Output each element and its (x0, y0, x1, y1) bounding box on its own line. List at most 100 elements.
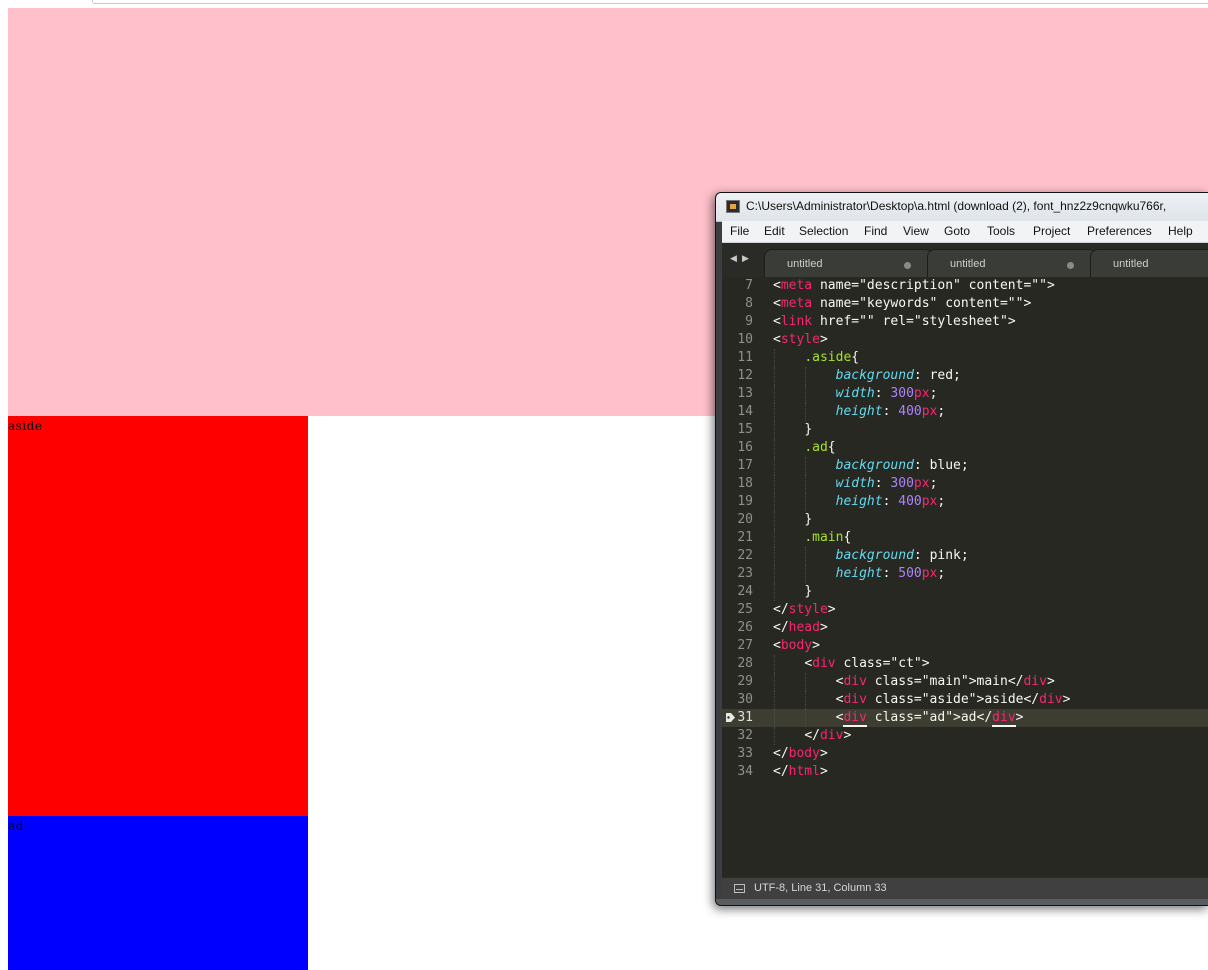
code-text[interactable]: <body> (773, 637, 820, 655)
line-number: 26 (737, 620, 753, 635)
menu-selection[interactable]: Selection (799, 224, 848, 238)
line-number: 28 (737, 656, 753, 671)
code-line[interactable]: 13 width: 300px; (722, 385, 1208, 403)
code-text[interactable]: .aside{ (773, 349, 859, 367)
line-number: 7 (745, 278, 753, 293)
line-number: 20 (737, 512, 753, 527)
line-number: 29 (737, 674, 753, 689)
arrow-left-icon[interactable]: ◀ (730, 254, 737, 264)
menu-project[interactable]: Project (1033, 224, 1070, 238)
tab-bar: ◀ ▶ untitled untitled untitled (722, 243, 1208, 277)
ad-div-text: ad (8, 819, 24, 833)
panel-toggle-icon[interactable] (734, 884, 745, 893)
code-text[interactable]: </head> (773, 619, 828, 637)
code-text[interactable]: <div class="ct"> (773, 655, 929, 673)
menu-bar: File Edit Selection Find View Goto Tools… (722, 221, 1208, 243)
code-line-active[interactable]: 31 <div class="ad">ad</div> (722, 709, 1208, 727)
tab-label: untitled (787, 258, 823, 270)
menu-view[interactable]: View (903, 224, 929, 238)
bookmark-tag-icon (726, 713, 735, 722)
code-text[interactable]: .main{ (773, 529, 851, 547)
menu-find[interactable]: Find (864, 224, 887, 238)
code-line[interactable]: 27 <body> (722, 637, 1208, 655)
code-text[interactable]: background: red; (773, 367, 961, 385)
code-text[interactable]: </style> (773, 601, 836, 619)
line-number: 15 (737, 422, 753, 437)
code-line[interactable]: 33 </body> (722, 745, 1208, 763)
code-text[interactable]: background: blue; (773, 457, 969, 475)
code-text[interactable]: height: 500px; (773, 565, 946, 583)
line-number: 16 (737, 440, 753, 455)
line-number: 32 (737, 728, 753, 743)
code-line[interactable]: 23 height: 500px; (722, 565, 1208, 583)
code-text[interactable]: <div class="main">main</div> (773, 673, 1055, 691)
tab-untitled-2[interactable]: untitled (927, 249, 1097, 277)
code-text[interactable]: <meta name="description" content=""> (773, 277, 1055, 295)
code-text[interactable]: <meta name="keywords" content=""> (773, 295, 1031, 313)
code-text[interactable]: } (773, 583, 812, 601)
code-line[interactable]: 14 height: 400px; (722, 403, 1208, 421)
code-line[interactable]: 32 </div> (722, 727, 1208, 745)
code-line[interactable]: 10 <style> (722, 331, 1208, 349)
code-line[interactable]: 20 } (722, 511, 1208, 529)
code-text[interactable]: <link href="" rel="stylesheet"> (773, 313, 1016, 331)
code-text[interactable]: height: 400px; (773, 493, 946, 511)
code-line[interactable]: 25 </style> (722, 601, 1208, 619)
menu-edit[interactable]: Edit (764, 224, 785, 238)
code-text[interactable]: height: 400px; (773, 403, 946, 421)
code-line[interactable]: 30 <div class="aside">aside</div> (722, 691, 1208, 709)
line-number: 19 (737, 494, 753, 509)
code-line[interactable]: 18 width: 300px; (722, 475, 1208, 493)
code-line[interactable]: 34 </html> (722, 763, 1208, 781)
code-text[interactable]: <div class="aside">aside</div> (773, 691, 1071, 709)
code-line[interactable]: 21 .main{ (722, 529, 1208, 547)
code-text[interactable]: </html> (773, 763, 828, 781)
line-number: 23 (737, 566, 753, 581)
menu-goto[interactable]: Goto (944, 224, 970, 238)
code-line[interactable]: 17 background: blue; (722, 457, 1208, 475)
menu-help[interactable]: Help (1168, 224, 1193, 238)
code-text[interactable]: } (773, 511, 812, 529)
modified-dot-icon[interactable] (904, 262, 911, 269)
tab-label: untitled (1113, 258, 1149, 270)
code-text[interactable]: </div> (773, 727, 851, 745)
code-text[interactable]: </body> (773, 745, 828, 763)
code-text[interactable]: width: 300px; (773, 475, 938, 493)
menu-file[interactable]: File (730, 224, 749, 238)
modified-dot-icon[interactable] (1067, 262, 1074, 269)
tab-label: untitled (950, 258, 986, 270)
code-line[interactable]: 24 } (722, 583, 1208, 601)
menu-preferences[interactable]: Preferences (1087, 224, 1152, 238)
menu-tools[interactable]: Tools (987, 224, 1015, 238)
code-text[interactable]: width: 300px; (773, 385, 938, 403)
tab-untitled-3[interactable]: untitled (1090, 249, 1208, 277)
code-line[interactable]: 12 background: red; (722, 367, 1208, 385)
code-line[interactable]: 9 <link href="" rel="stylesheet"> (722, 313, 1208, 331)
code-editor[interactable]: 7 <meta name="description" content=""> 8 <m… (722, 277, 1208, 877)
code-text[interactable]: background: pink; (773, 547, 969, 565)
code-line[interactable]: 29 <div class="main">main</div> (722, 673, 1208, 691)
code-text[interactable]: .ad{ (773, 439, 835, 457)
code-text[interactable]: <style> (773, 331, 828, 349)
code-line[interactable]: 19 height: 400px; (722, 493, 1208, 511)
code-line[interactable]: 28 <div class="ct"> (722, 655, 1208, 673)
code-line[interactable]: 7 <meta name="description" content=""> (722, 277, 1208, 295)
line-number: 9 (745, 314, 753, 329)
line-number: 14 (737, 404, 753, 419)
sublime-text-window[interactable]: C:\Users\Administrator\Desktop\a.html (d… (715, 192, 1208, 906)
line-number: 17 (737, 458, 753, 473)
code-line[interactable]: 16 .ad{ (722, 439, 1208, 457)
code-line[interactable]: 26 </head> (722, 619, 1208, 637)
code-line[interactable]: 8 <meta name="keywords" content=""> (722, 295, 1208, 313)
tab-untitled-1[interactable]: untitled (764, 249, 934, 277)
window-titlebar[interactable]: C:\Users\Administrator\Desktop\a.html (d… (716, 193, 1208, 222)
code-line[interactable]: 22 background: pink; (722, 547, 1208, 565)
code-text[interactable]: <div class="ad">ad</div> (773, 709, 1023, 727)
code-text[interactable]: } (773, 421, 812, 439)
aside-div: aside (8, 416, 308, 816)
code-line[interactable]: 15 } (722, 421, 1208, 439)
status-bar: UTF-8, Line 31, Column 33 (722, 877, 1208, 900)
code-line[interactable]: 11 .aside{ (722, 349, 1208, 367)
arrow-right-icon[interactable]: ▶ (742, 254, 749, 264)
aside-div-text: aside (8, 419, 43, 433)
